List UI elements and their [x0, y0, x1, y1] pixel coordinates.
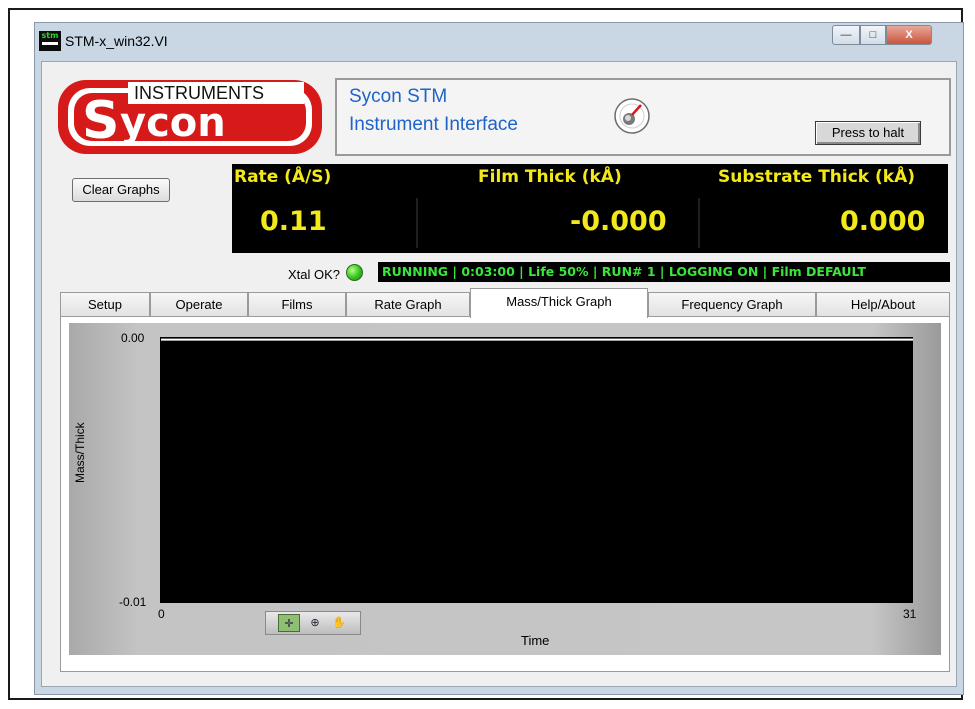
y-axis-title: Mass/Thick — [73, 422, 87, 483]
plot-svg — [161, 338, 913, 341]
close-button[interactable]: X — [886, 25, 932, 45]
readout-panel: Rate (Å/S) 0.11 Film Thick (kÅ) -0.000 S… — [232, 164, 948, 253]
x-axis-title: Time — [521, 633, 550, 648]
maximize-button[interactable]: □ — [860, 25, 886, 45]
svg-text:ycon: ycon — [120, 100, 226, 146]
zoom-tool-icon[interactable]: ⊕ — [304, 614, 326, 632]
app-subtitle: Instrument Interface — [349, 114, 518, 135]
app-name: Sycon STM — [349, 86, 448, 107]
app-icon-text: stm — [41, 31, 59, 40]
title-bar[interactable]: stm STM-x_win32.VI — □ X — [35, 23, 963, 61]
substrate-thick-label: Substrate Thick (kÅ) — [718, 167, 916, 187]
logo-instruments-text: INSTRUMENTS — [134, 83, 264, 103]
tab-help-about[interactable]: Help/About — [816, 292, 950, 317]
xtal-ok-label: Xtal OK? — [288, 267, 341, 282]
tab-films[interactable]: Films — [248, 292, 346, 317]
tab-frequency-graph[interactable]: Frequency Graph — [648, 292, 816, 317]
readout-divider — [698, 198, 700, 248]
y-tick-min: -0.01 — [119, 595, 147, 609]
tab-rate-graph[interactable]: Rate Graph — [346, 292, 470, 317]
window-title: STM-x_win32.VI — [65, 33, 168, 49]
film-thick-value: -0.000 — [570, 206, 667, 237]
svg-text:S: S — [82, 91, 119, 151]
readout-divider — [416, 198, 418, 248]
rate-value: 0.11 — [260, 206, 327, 237]
tab-setup[interactable]: Setup — [60, 292, 150, 317]
instrument-info-panel: Sycon STM Instrument Interface Press to … — [335, 78, 951, 156]
sycon-instruments-logo: S ycon INSTRUMENTS — [54, 78, 326, 158]
client-area: S ycon INSTRUMENTS Sycon STM Instrument … — [41, 61, 957, 687]
pan-hand-icon[interactable]: ✋ — [328, 614, 350, 632]
tab-mass-thick-graph[interactable]: Mass/Thick Graph — [470, 288, 648, 318]
film-thick-label: Film Thick (kÅ) — [478, 167, 622, 187]
graph-tool-palette: ✛ ⊕ ✋ — [265, 611, 361, 635]
substrate-thick-value: 0.000 — [840, 206, 926, 237]
rate-label: Rate (Å/S) — [234, 167, 332, 187]
mass-thick-graph-panel: Mass/Thick 0.00 -0.01 0 31 Time ✛ ⊕ ✋ — [60, 316, 950, 672]
y-tick-max: 0.00 — [121, 331, 145, 345]
x-tick-min: 0 — [158, 607, 165, 621]
clear-graphs-button[interactable]: Clear Graphs — [72, 178, 170, 202]
minimize-button[interactable]: — — [832, 25, 860, 45]
tab-operate[interactable]: Operate — [150, 292, 248, 317]
xtal-status-led — [346, 264, 363, 281]
stm-app-icon: stm — [39, 31, 61, 51]
application-window: stm STM-x_win32.VI — □ X S ycon INSTRUME… — [34, 22, 964, 695]
graph-frame: Mass/Thick 0.00 -0.01 0 31 Time ✛ ⊕ ✋ — [69, 323, 941, 655]
plot-area[interactable] — [161, 337, 913, 603]
status-bar: RUNNING | 0:03:00 | Life 50% | RUN# 1 | … — [378, 262, 950, 282]
x-tick-max: 31 — [903, 607, 917, 621]
knob-icon[interactable] — [613, 97, 651, 135]
press-to-halt-button[interactable]: Press to halt — [815, 121, 921, 145]
cursor-tool-icon[interactable]: ✛ — [278, 614, 300, 632]
tab-bar: Setup Operate Films Rate Graph Mass/Thic… — [60, 288, 950, 318]
